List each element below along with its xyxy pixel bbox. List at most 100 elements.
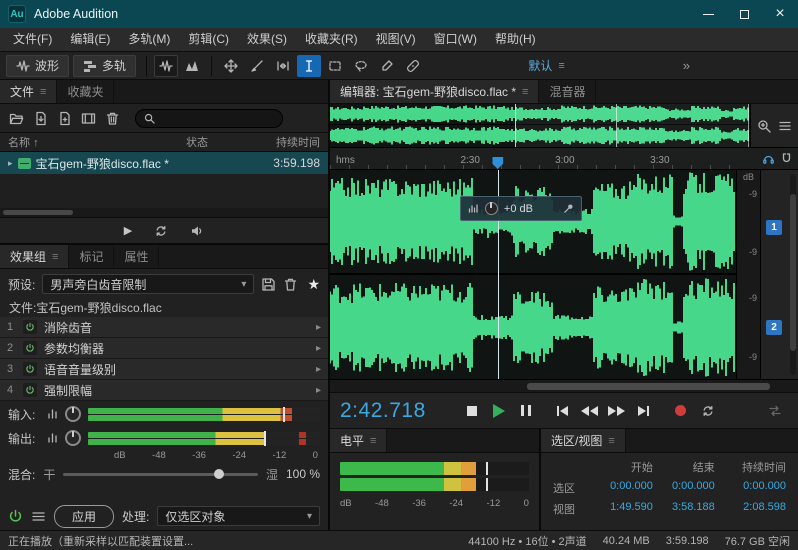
effect-slot-1[interactable]: 1 消除齿音 ▸ bbox=[0, 317, 328, 338]
move-tool-button[interactable] bbox=[219, 55, 243, 77]
search-input[interactable] bbox=[160, 112, 274, 124]
channel-2-badge[interactable]: 2 bbox=[766, 320, 782, 335]
panel-menu-icon[interactable]: ≡ bbox=[40, 86, 46, 98]
media-browser-icon[interactable] bbox=[81, 111, 96, 126]
tab-files[interactable]: 文件 ≡ bbox=[0, 80, 57, 103]
overview-playhead[interactable] bbox=[616, 104, 617, 147]
scrollbar-thumb[interactable] bbox=[527, 383, 770, 390]
amplitude-ruler[interactable]: dB -9 -9 -9 -9 bbox=[737, 170, 761, 379]
menu-help[interactable]: 帮助(H) bbox=[486, 28, 545, 51]
preset-dropdown[interactable]: 男声旁白齿音限制 ▾ bbox=[42, 274, 254, 294]
maximize-button[interactable] bbox=[726, 0, 762, 28]
show-waveform-button[interactable] bbox=[154, 55, 178, 77]
volume-hud[interactable]: +0 dB bbox=[460, 196, 582, 221]
pause-button[interactable] bbox=[512, 399, 539, 423]
time-display[interactable]: 2:42.718 bbox=[340, 399, 458, 423]
tab-favorites[interactable]: 收藏夹 bbox=[57, 80, 114, 103]
tab-mixer[interactable]: 混音器 bbox=[539, 80, 596, 103]
auto-play-button[interactable] bbox=[190, 224, 204, 238]
process-dropdown[interactable]: 仅选区对象 ▾ bbox=[157, 506, 320, 526]
slot-arrow-icon[interactable]: ▸ bbox=[316, 385, 321, 396]
toolbar-overflow-button[interactable]: » bbox=[683, 58, 690, 73]
minimize-button[interactable] bbox=[690, 0, 726, 28]
menu-multitrack[interactable]: 多轨(M) bbox=[119, 28, 179, 51]
slot-arrow-icon[interactable]: ▸ bbox=[316, 343, 321, 354]
panel-menu-icon[interactable]: ≡ bbox=[52, 251, 58, 263]
open-folder-icon[interactable] bbox=[9, 111, 24, 126]
tab-markers[interactable]: 标记 bbox=[69, 245, 114, 268]
tab-properties[interactable]: 属性 bbox=[114, 245, 159, 268]
panel-menu-icon[interactable]: ≡ bbox=[522, 86, 528, 98]
file-row[interactable]: ▸ 宝石gem-野狼disco.flac * 3:59.198 bbox=[0, 152, 328, 174]
channel-right-lane[interactable] bbox=[330, 275, 736, 380]
workspace-selector[interactable]: 默认 ≡ bbox=[528, 57, 564, 74]
input-gain-knob[interactable] bbox=[65, 406, 81, 422]
scrollbar-thumb[interactable] bbox=[3, 210, 73, 215]
files-horizontal-scrollbar[interactable] bbox=[0, 208, 328, 217]
new-file-icon[interactable] bbox=[57, 111, 72, 126]
list-icon[interactable] bbox=[778, 119, 792, 133]
slot-arrow-icon[interactable]: ▸ bbox=[316, 322, 321, 333]
view-end[interactable]: 3:58.188 bbox=[653, 501, 715, 517]
tab-editor[interactable]: 编辑器: 宝石gem-野狼disco.flac * ≡ bbox=[330, 80, 539, 103]
razor-tool-button[interactable] bbox=[245, 55, 269, 77]
marquee-selection-tool-button[interactable] bbox=[323, 55, 347, 77]
slot-arrow-icon[interactable]: ▸ bbox=[316, 364, 321, 375]
channel-left-lane[interactable] bbox=[330, 170, 736, 275]
menu-view[interactable]: 视图(V) bbox=[367, 28, 425, 51]
column-duration[interactable]: 持续时间 bbox=[242, 134, 320, 150]
zoom-icon[interactable] bbox=[757, 119, 771, 133]
import-file-icon[interactable] bbox=[33, 111, 48, 126]
effect-slot-3[interactable]: 3 语音音量级别 ▸ bbox=[0, 359, 328, 380]
menu-edit[interactable]: 编辑(E) bbox=[61, 28, 119, 51]
hud-volume-knob[interactable] bbox=[485, 202, 498, 215]
vertical-zoom-scrollbar[interactable] bbox=[790, 174, 796, 375]
output-gain-knob[interactable] bbox=[65, 430, 81, 446]
save-preset-icon[interactable] bbox=[261, 277, 276, 292]
multitrack-view-button[interactable]: 多轨 bbox=[73, 55, 136, 77]
effect-power-toggle[interactable] bbox=[23, 362, 37, 376]
waveform-view-button[interactable]: 波形 bbox=[6, 55, 69, 77]
play-button[interactable] bbox=[485, 399, 512, 423]
ruler-scale[interactable]: hms 2:30 3:00 3:30 bbox=[330, 148, 736, 169]
slip-tool-button[interactable] bbox=[271, 55, 295, 77]
preview-play-button[interactable]: ▶ bbox=[124, 224, 132, 237]
lasso-selection-tool-button[interactable] bbox=[349, 55, 373, 77]
column-status[interactable]: 状态 bbox=[186, 134, 242, 150]
effect-power-toggle[interactable] bbox=[23, 341, 37, 355]
tab-effects-rack[interactable]: 效果组 ≡ bbox=[0, 245, 69, 268]
overview-view-range[interactable] bbox=[515, 104, 749, 147]
mix-slider-handle[interactable] bbox=[214, 469, 224, 479]
stop-button[interactable] bbox=[458, 399, 485, 423]
delete-preset-icon[interactable] bbox=[283, 277, 298, 292]
magnet-icon[interactable] bbox=[780, 152, 793, 165]
editor-horizontal-scrollbar[interactable] bbox=[330, 379, 798, 392]
timeline-ruler[interactable]: hms 2:30 3:00 3:30 bbox=[330, 148, 798, 170]
skip-selection-button[interactable] bbox=[761, 399, 788, 423]
apply-button[interactable]: 应用 bbox=[54, 505, 114, 528]
effect-power-toggle[interactable] bbox=[23, 383, 37, 397]
menu-file[interactable]: 文件(F) bbox=[4, 28, 61, 51]
preview-loop-button[interactable] bbox=[154, 224, 168, 238]
tab-selection-view[interactable]: 选区/视图 ≡ bbox=[541, 429, 626, 452]
rack-list-icon[interactable] bbox=[31, 509, 46, 524]
selection-duration[interactable]: 0:00.000 bbox=[715, 480, 786, 496]
mix-slider[interactable] bbox=[63, 473, 258, 476]
paintbrush-selection-tool-button[interactable] bbox=[375, 55, 399, 77]
monitor-headphones-icon[interactable] bbox=[762, 152, 775, 165]
tab-levels[interactable]: 电平 ≡ bbox=[330, 429, 387, 452]
skip-to-previous-button[interactable] bbox=[549, 399, 576, 423]
panel-menu-icon[interactable]: ≡ bbox=[370, 435, 376, 447]
rewind-button[interactable] bbox=[576, 399, 603, 423]
pin-icon[interactable] bbox=[563, 203, 574, 214]
record-button[interactable] bbox=[667, 399, 694, 423]
time-selection-tool-button[interactable] bbox=[297, 55, 321, 77]
view-duration[interactable]: 2:08.598 bbox=[715, 501, 786, 517]
effect-power-toggle[interactable] bbox=[23, 320, 37, 334]
fast-forward-button[interactable] bbox=[603, 399, 630, 423]
menu-clip[interactable]: 剪辑(C) bbox=[179, 28, 238, 51]
menu-window[interactable]: 窗口(W) bbox=[425, 28, 486, 51]
favorite-star-icon[interactable]: ★ bbox=[307, 276, 320, 293]
menu-effects[interactable]: 效果(S) bbox=[238, 28, 296, 51]
menu-favorites[interactable]: 收藏夹(R) bbox=[296, 28, 367, 51]
